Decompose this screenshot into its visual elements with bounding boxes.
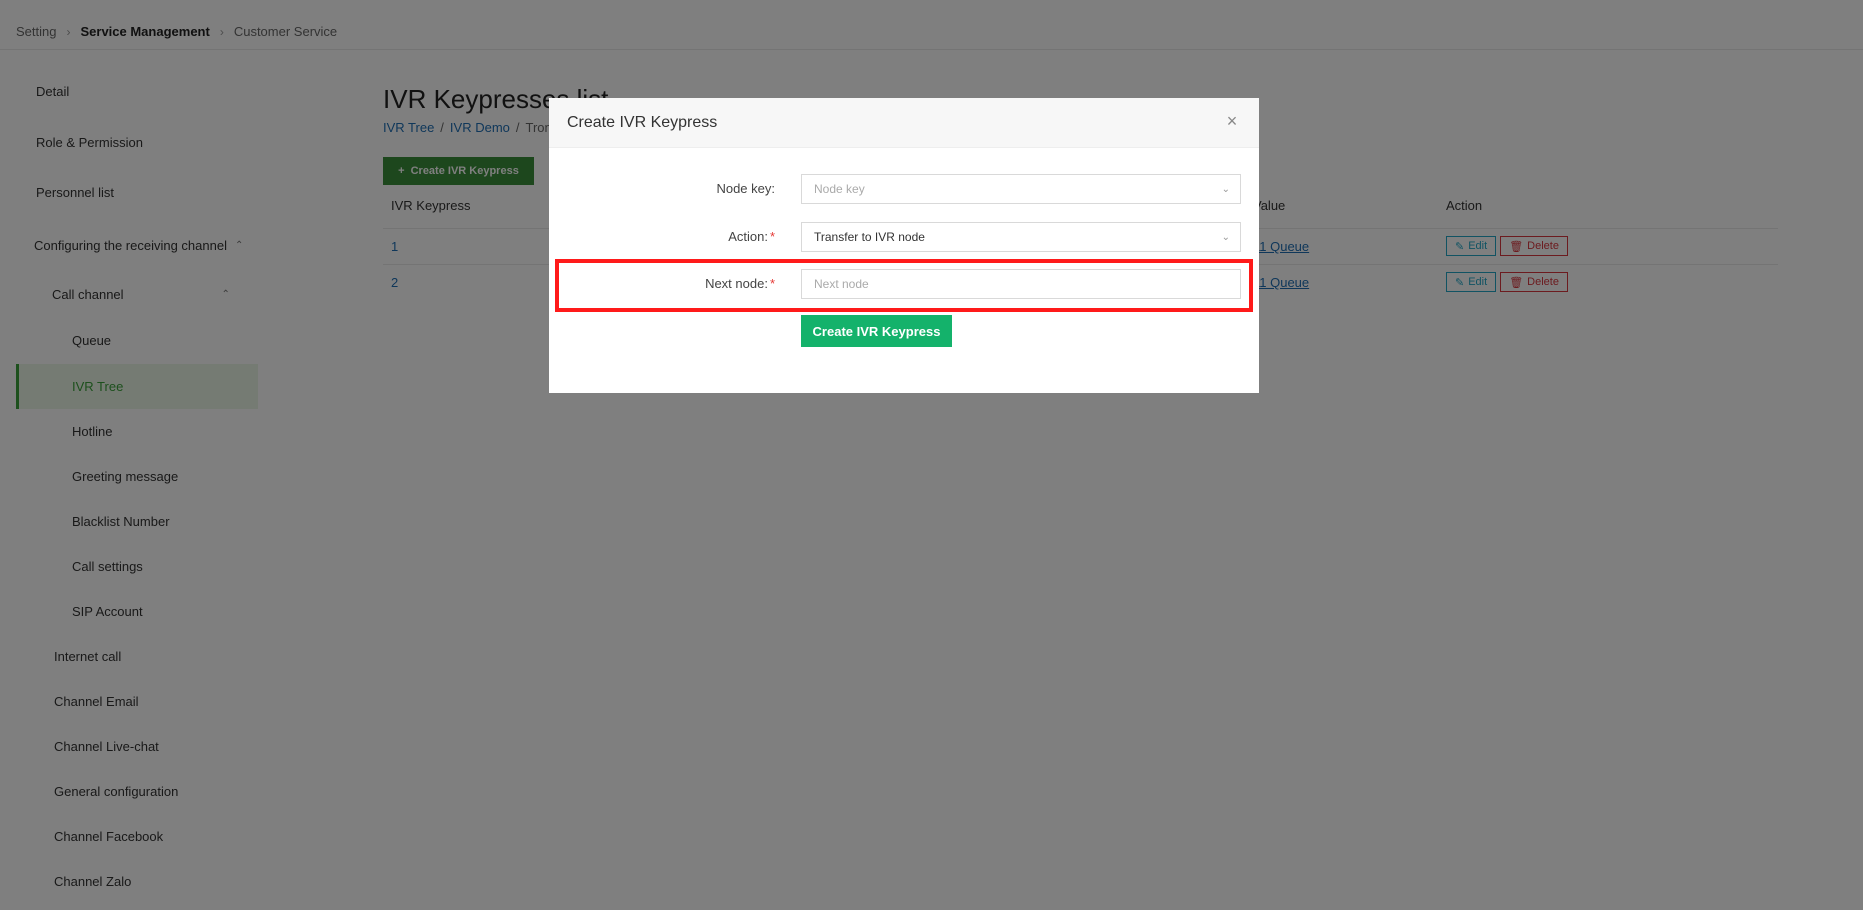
action-selected-value: Transfer to IVR node: [814, 230, 925, 244]
chevron-down-icon: ⌄: [1221, 232, 1230, 243]
required-asterisk: *: [769, 229, 775, 244]
close-icon[interactable]: ×: [1223, 112, 1241, 130]
node-key-placeholder: Node key: [814, 182, 865, 196]
modal-title: Create IVR Keypress: [567, 114, 718, 131]
node-key-row: Node key: Node key ⌄: [549, 174, 1259, 204]
next-node-label-text: Next node:: [705, 276, 768, 291]
required-asterisk: *: [769, 276, 775, 291]
node-key-select[interactable]: Node key ⌄: [801, 174, 1241, 204]
action-label-text: Action:: [728, 229, 768, 244]
chevron-down-icon: ⌄: [1221, 184, 1230, 195]
action-label: Action: *: [728, 229, 775, 244]
next-node-input[interactable]: [801, 269, 1241, 299]
create-keypress-modal: Create IVR Keypress × Node key: Node key…: [549, 98, 1259, 393]
action-select[interactable]: Transfer to IVR node ⌄: [801, 222, 1241, 252]
next-node-label: Next node: *: [705, 276, 775, 291]
action-row: Action: * Transfer to IVR node ⌄: [549, 222, 1259, 252]
node-key-label-text: Node key:: [716, 181, 775, 196]
node-key-label: Node key:: [716, 181, 775, 196]
next-node-row: Next node: *: [549, 269, 1259, 299]
submit-create-ivr-keypress-button[interactable]: Create IVR Keypress: [801, 315, 952, 347]
modal-header: Create IVR Keypress ×: [549, 98, 1259, 148]
